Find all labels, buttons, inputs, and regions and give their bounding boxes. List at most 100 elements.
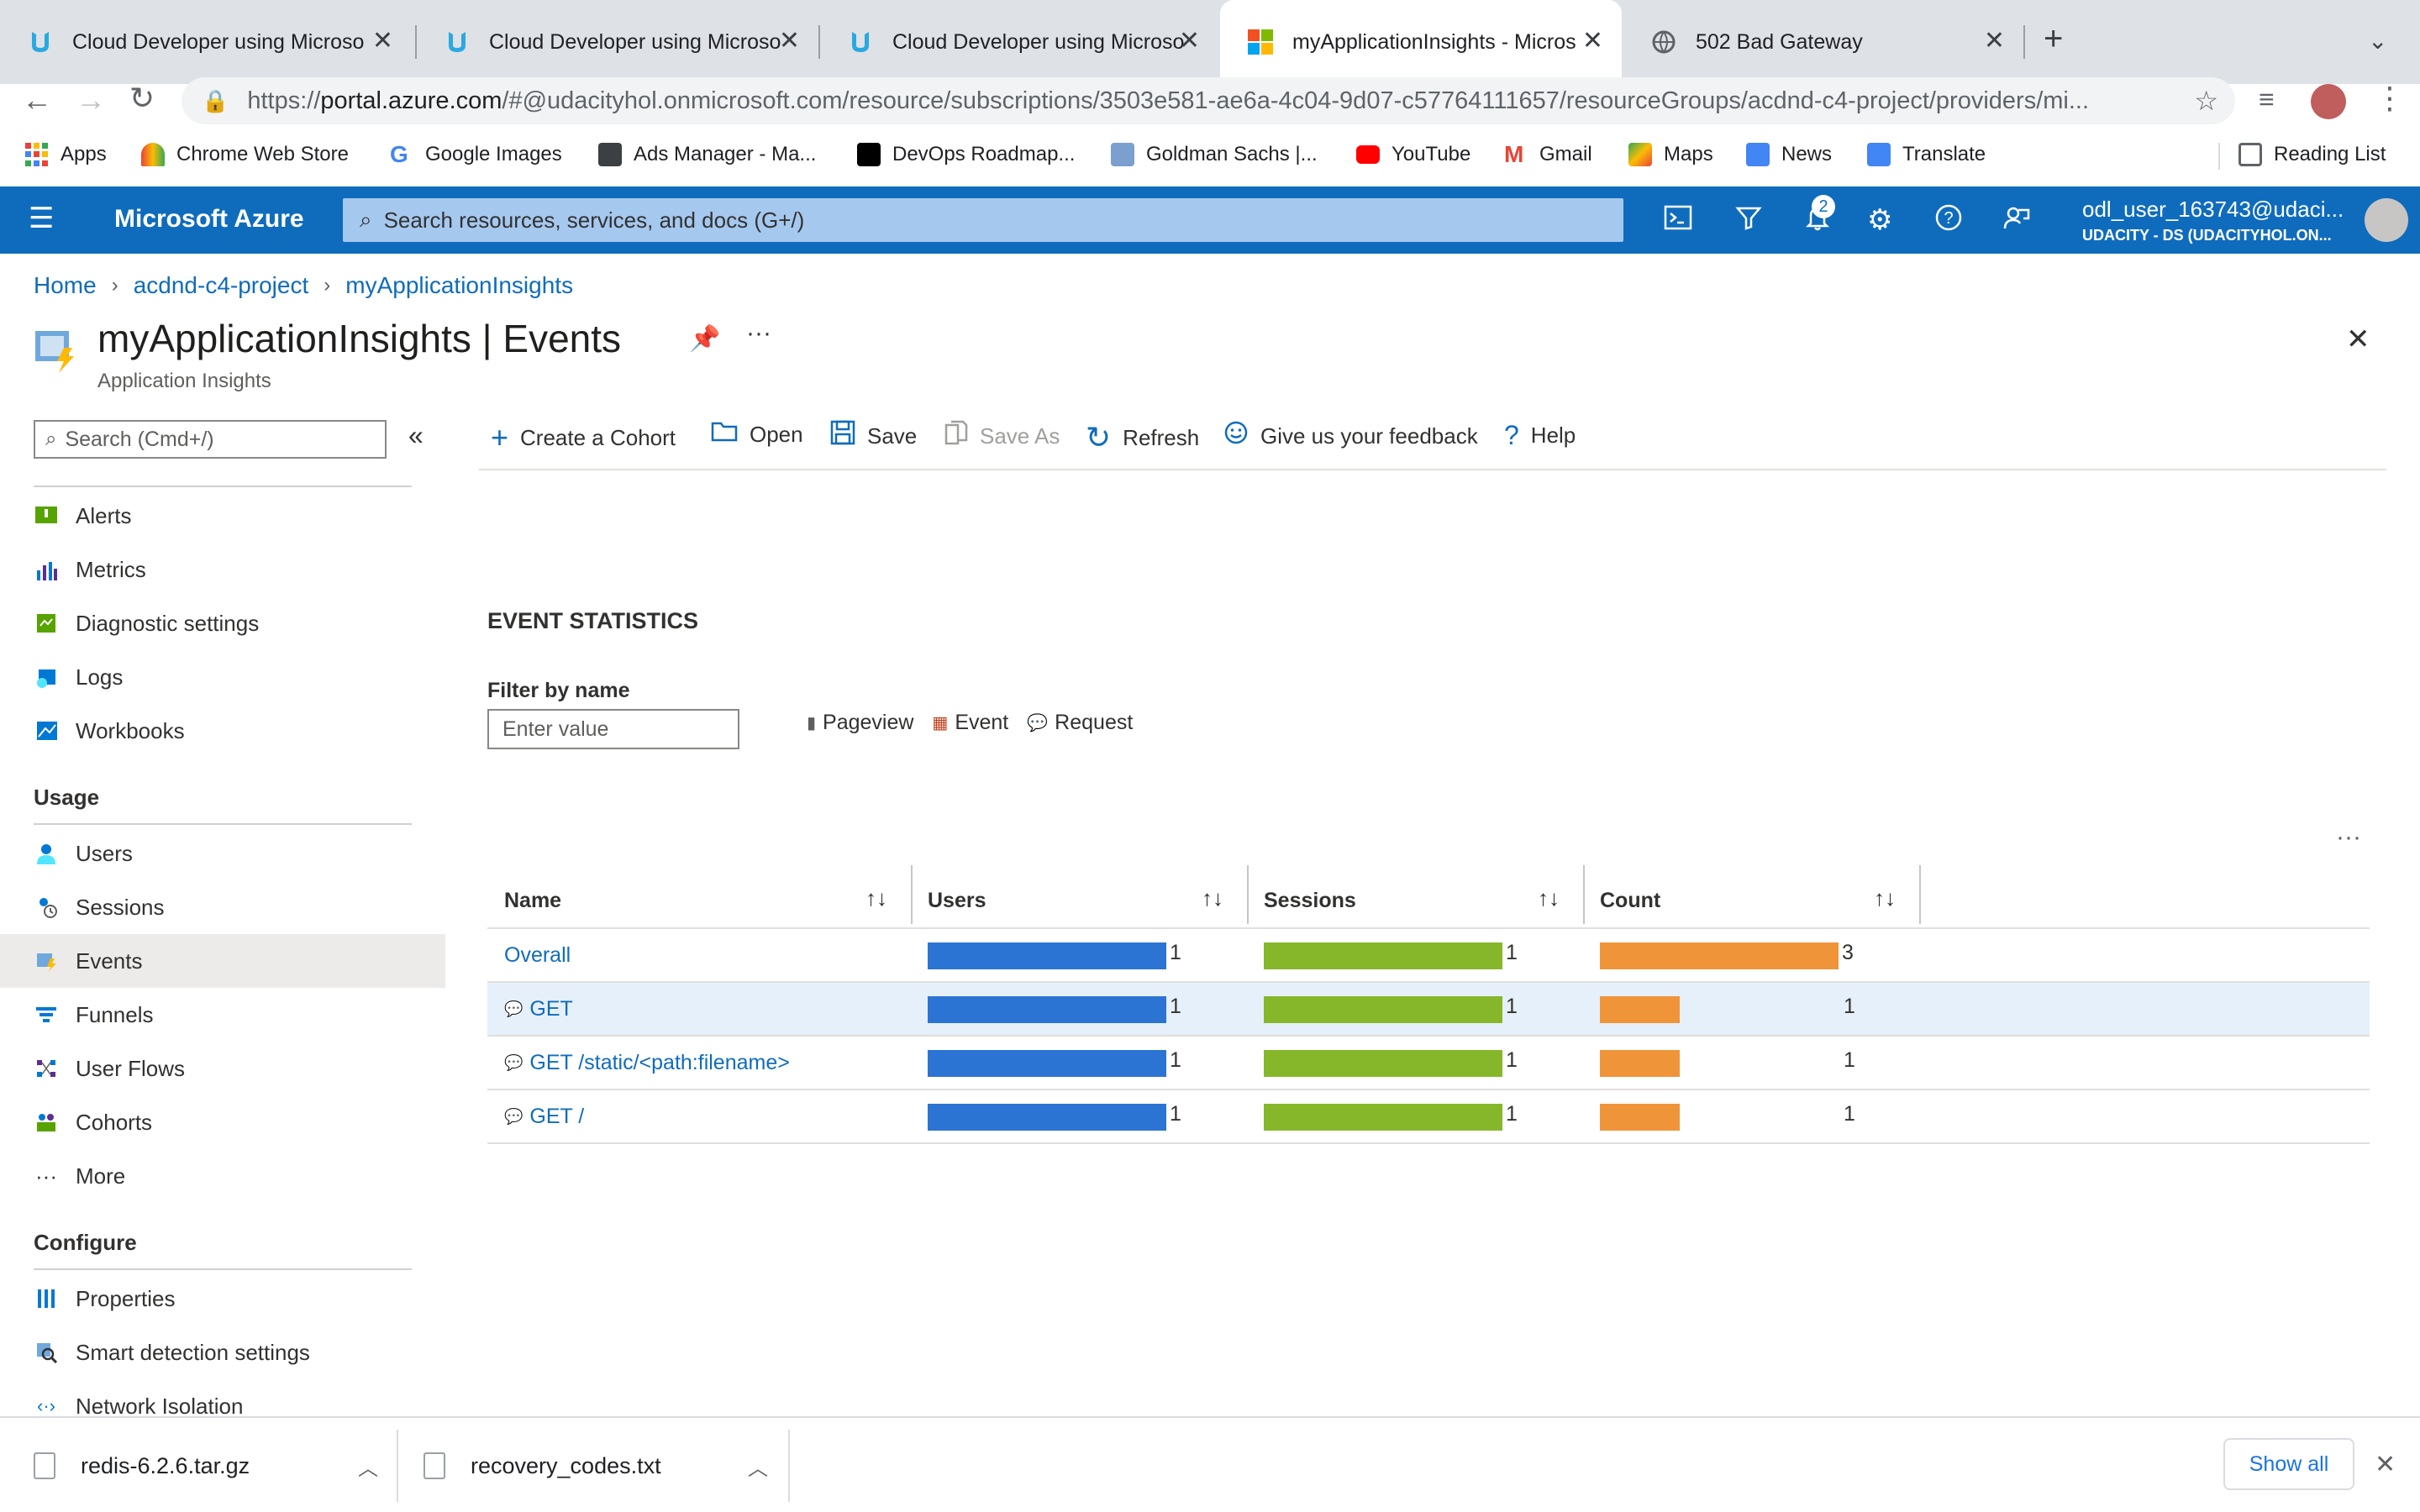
- show-all-downloads-button[interactable]: Show all: [2223, 1438, 2354, 1490]
- bookmark-youtube[interactable]: YouTube: [1356, 143, 1470, 166]
- filter-by-name-input[interactable]: Enter value: [487, 709, 739, 749]
- pin-icon[interactable]: 📌: [689, 324, 720, 354]
- create-cohort-button[interactable]: + Create a Cohort: [491, 420, 676, 455]
- smart-detection-icon: [34, 1340, 59, 1365]
- column-header-sessions[interactable]: Sessions: [1264, 874, 1356, 927]
- cloud-shell-icon[interactable]: [1664, 203, 1692, 239]
- table-more-options-icon[interactable]: ···: [2336, 823, 2361, 852]
- nav-item-diagnostic-settings[interactable]: Diagnostic settings: [34, 596, 445, 650]
- nav-item-logs[interactable]: Logs: [34, 650, 445, 704]
- bookmark-maps[interactable]: Maps: [1628, 143, 1713, 166]
- refresh-button[interactable]: ↻ Refresh: [1086, 420, 1199, 455]
- file-icon: [34, 1452, 55, 1479]
- sort-icon[interactable]: ↑↓: [1202, 885, 1223, 911]
- nav-item-workbooks[interactable]: Workbooks: [34, 704, 445, 758]
- bookmark-google-images[interactable]: G Google Images: [390, 143, 562, 166]
- help-question-icon[interactable]: ?: [1934, 203, 1963, 239]
- close-shelf-icon[interactable]: ✕: [2375, 1450, 2396, 1479]
- column-header-name[interactable]: Name: [504, 874, 561, 927]
- help-button[interactable]: ? Help: [1504, 420, 1576, 451]
- bookmark-ads-manager[interactable]: Ads Manager - Ma...: [598, 143, 816, 166]
- nav-item-more[interactable]: ··· More: [34, 1149, 445, 1203]
- bookmark-devops-roadmap[interactable]: DevOps Roadmap...: [857, 143, 1075, 166]
- column-resizer[interactable]: [1247, 865, 1249, 924]
- collapse-menu-icon[interactable]: «: [408, 420, 424, 451]
- menu-kebab-icon[interactable]: ⋮: [2375, 81, 2405, 116]
- users-value: 1: [1170, 995, 1181, 1018]
- column-resizer[interactable]: [1583, 865, 1585, 924]
- table-row[interactable]: 💬 GET /static/<path:filename> 1 1 1: [487, 1037, 2370, 1090]
- nav-item-cohorts[interactable]: Cohorts: [34, 1095, 445, 1149]
- feedback-button[interactable]: Give us your feedback: [1223, 420, 1478, 452]
- bookmark-apps[interactable]: Apps: [25, 143, 107, 166]
- breadcrumb-home[interactable]: Home: [34, 272, 97, 299]
- profile-avatar[interactable]: [2311, 84, 2346, 119]
- directory-filter-icon[interactable]: [1734, 203, 1763, 239]
- sort-icon[interactable]: ↑↓: [1538, 885, 1560, 911]
- event-name-link[interactable]: Overall: [504, 929, 571, 981]
- bookmark-star-icon[interactable]: ☆: [2194, 85, 2218, 117]
- table-row[interactable]: Overall 1 1 3: [487, 929, 2370, 983]
- nav-item-alerts[interactable]: Alerts: [34, 489, 445, 543]
- chevron-up-icon[interactable]: ︿: [358, 1452, 378, 1481]
- download-item[interactable]: recovery_codes.txt ︿: [424, 1418, 785, 1512]
- more-options-icon[interactable]: ···: [746, 319, 771, 348]
- open-button[interactable]: Open: [711, 420, 803, 449]
- ads-manager-icon: [598, 143, 622, 166]
- forward-arrow-icon[interactable]: →: [76, 82, 106, 118]
- users-value: 1: [1170, 1102, 1181, 1126]
- table-row[interactable]: 💬 GET 1 1 1: [487, 983, 2370, 1037]
- table-row[interactable]: 💬 GET / 1 1 1: [487, 1090, 2370, 1144]
- settings-gear-icon[interactable]: ⚙: [1867, 203, 1892, 237]
- column-header-count[interactable]: Count: [1600, 874, 1660, 927]
- breadcrumb-resource[interactable]: myApplicationInsights: [345, 272, 573, 299]
- download-item[interactable]: redis-6.2.6.tar.gz ︿: [34, 1418, 395, 1512]
- workbooks-icon: [34, 718, 59, 743]
- feedback-person-icon[interactable]: [2002, 203, 2030, 239]
- column-resizer[interactable]: [911, 865, 913, 924]
- nav-item-sessions[interactable]: Sessions: [34, 880, 445, 934]
- back-arrow-icon[interactable]: ←: [22, 82, 52, 118]
- event-name-link[interactable]: 💬 GET /: [504, 1090, 584, 1142]
- azure-brand[interactable]: Microsoft Azure: [114, 205, 304, 234]
- chevron-up-icon[interactable]: ︿: [748, 1452, 768, 1481]
- event-name-link[interactable]: 💬 GET /static/<path:filename>: [504, 1037, 790, 1089]
- bookmark-goldman-sachs[interactable]: Goldman Sachs |...: [1111, 143, 1318, 166]
- nav-item-user-flows[interactable]: User Flows: [34, 1042, 445, 1095]
- lock-icon: 🔒: [202, 87, 229, 113]
- nav-item-metrics[interactable]: Metrics: [34, 543, 445, 596]
- save-as-button[interactable]: Save As: [944, 420, 1060, 452]
- bookmark-chrome-web-store[interactable]: Chrome Web Store: [141, 143, 349, 166]
- close-blade-icon[interactable]: ✕: [2346, 323, 2370, 356]
- account-avatar[interactable]: [2365, 198, 2408, 242]
- account-name[interactable]: odl_user_163743@udaci...: [2082, 197, 2344, 223]
- save-button[interactable]: Save: [830, 420, 917, 452]
- bookmark-gmail[interactable]: M Gmail: [1504, 143, 1592, 166]
- resource-menu-search-input[interactable]: ⌕ Search (Cmd+/): [34, 420, 387, 459]
- account-tenant[interactable]: UDACITY - DS (UDACITYHOL.ON...: [2082, 227, 2332, 244]
- nav-item-events[interactable]: Events: [0, 934, 445, 988]
- userflows-icon: [34, 1056, 59, 1081]
- nav-divider: [34, 823, 412, 825]
- nav-item-properties[interactable]: Properties: [34, 1272, 445, 1326]
- address-bar[interactable]: 🔒 https://portal.azure.com/#@udacityhol.…: [182, 77, 2235, 124]
- search-icon: ⌕: [45, 428, 57, 450]
- nav-item-users[interactable]: Users: [34, 827, 445, 880]
- bookmark-news[interactable]: News: [1746, 143, 1832, 166]
- nav-item-funnels[interactable]: Funnels: [34, 988, 445, 1042]
- breadcrumb-resource-group[interactable]: acdnd-c4-project: [134, 272, 309, 299]
- column-header-users[interactable]: Users: [928, 874, 986, 927]
- event-name-link[interactable]: 💬 GET: [504, 983, 573, 1035]
- hamburger-menu-icon[interactable]: ☰: [29, 202, 54, 235]
- column-resizer[interactable]: [1919, 865, 1921, 924]
- sort-icon[interactable]: ↑↓: [1874, 885, 1896, 911]
- count-value: 1: [1844, 1102, 1855, 1126]
- request-speech-bubble-icon: 💬: [504, 1107, 523, 1125]
- bookmark-translate[interactable]: Translate: [1867, 143, 1986, 166]
- reading-list-button[interactable]: Reading List: [2238, 143, 2386, 166]
- reload-icon[interactable]: ↻: [129, 81, 155, 116]
- nav-item-smart-detection[interactable]: Smart detection settings: [34, 1326, 445, 1379]
- media-control-icon[interactable]: ≡: [2259, 84, 2275, 115]
- sort-icon[interactable]: ↑↓: [865, 885, 887, 911]
- global-search-input[interactable]: ⌕ Search resources, services, and docs (…: [343, 198, 1623, 242]
